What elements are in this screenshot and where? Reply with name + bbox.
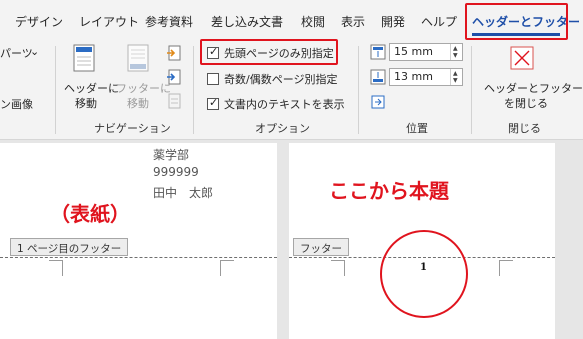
page1-line-1: 薬学部 [153, 148, 190, 162]
footer-page-icon [127, 44, 149, 72]
tab-help[interactable]: ヘルプ [421, 13, 457, 30]
link-to-previous-icon[interactable] [166, 93, 182, 109]
checkmark-icon: ✓ [209, 96, 219, 109]
close-label-2: を閉じる [504, 97, 548, 110]
header-position-spinner[interactable]: ▲ ▼ [450, 44, 462, 60]
close-label-1: ヘッダーとフッター [484, 82, 583, 95]
group-separator [358, 46, 359, 134]
close-icon [510, 46, 534, 70]
previous-section-icon[interactable] [166, 45, 182, 61]
odd-even-checkbox[interactable] [207, 73, 219, 85]
goto-header-label-1: ヘッダーに [64, 82, 119, 95]
next-section-icon[interactable] [166, 69, 182, 85]
insert-alignment-tab-icon[interactable] [370, 94, 386, 110]
first-page-footer-tag: 1 ページ目のフッター [10, 238, 129, 256]
header-position-value: 15 mm [394, 45, 433, 58]
parts-button-label[interactable]: パーツ [0, 45, 33, 61]
header-page-icon [73, 44, 95, 72]
close-header-footer-button[interactable]: ヘッダーとフッター を閉じる [480, 44, 583, 118]
position-group-label: 位置 [406, 122, 428, 135]
group-separator [193, 46, 194, 134]
navigation-group-label: ナビゲーション [94, 122, 171, 135]
main-content-annotation: ここから本題 [329, 179, 449, 203]
goto-footer-button[interactable]: フッターに 移動 [116, 44, 171, 118]
page1-line-2: 999999 [153, 165, 199, 179]
close-group-label: 閉じる [508, 122, 541, 135]
footer-boundary-line [0, 257, 277, 258]
show-text-checkbox[interactable]: ✓ [207, 96, 219, 110]
footer-position-value: 13 mm [394, 70, 433, 83]
highlight-box-first-page [200, 39, 338, 65]
group-separator [471, 46, 472, 134]
tab-mailings[interactable]: 差し込み文書 [211, 13, 283, 30]
footer-position-input[interactable]: 13 mm ▲ ▼ [389, 68, 463, 86]
tab-references[interactable]: 参考資料 [145, 13, 193, 30]
header-position-input[interactable]: 15 mm ▲ ▼ [389, 43, 463, 61]
image-button-label[interactable]: ン画像 [0, 96, 33, 112]
highlight-box-header-footer-tab [465, 3, 568, 40]
goto-header-button[interactable]: ヘッダーに 移動 [64, 44, 119, 118]
chevron-down-icon: ⌄ [30, 45, 40, 58]
goto-footer-label-1: フッターに [116, 82, 171, 95]
odd-even-label: 奇数/偶数ページ別指定 [224, 73, 338, 86]
tab-view[interactable]: 表示 [341, 13, 365, 30]
group-separator [55, 46, 56, 134]
tab-design[interactable]: デザイン [15, 13, 63, 30]
show-text-label: 文書内のテキストを表示 [224, 98, 345, 111]
tab-layout[interactable]: レイアウト [79, 13, 139, 30]
page1-line-3: 田中 太郎 [153, 186, 214, 200]
footer-tag: フッター [293, 238, 349, 256]
tab-review[interactable]: 校閲 [301, 13, 325, 30]
page-2: ここから本題 フッター 1 [289, 143, 555, 339]
footer-position-icon [370, 69, 386, 85]
margin-corner-mark [331, 260, 345, 276]
page-1: 薬学部 999999 田中 太郎 （表紙） 1 ページ目のフッター [0, 143, 277, 339]
footer-position-spinner[interactable]: ▲ ▼ [450, 69, 462, 85]
tab-developer[interactable]: 開発 [381, 13, 405, 30]
header-position-icon [370, 44, 386, 60]
goto-header-label-2: 移動 [75, 97, 97, 110]
goto-footer-label-2: 移動 [127, 97, 149, 110]
margin-corner-mark [499, 260, 513, 276]
options-group-label: オプション [255, 122, 310, 135]
highlight-circle-page-number [380, 230, 468, 318]
margin-corner-mark [49, 260, 63, 276]
margin-corner-mark [220, 260, 234, 276]
cover-annotation: （表紙） [50, 202, 130, 226]
